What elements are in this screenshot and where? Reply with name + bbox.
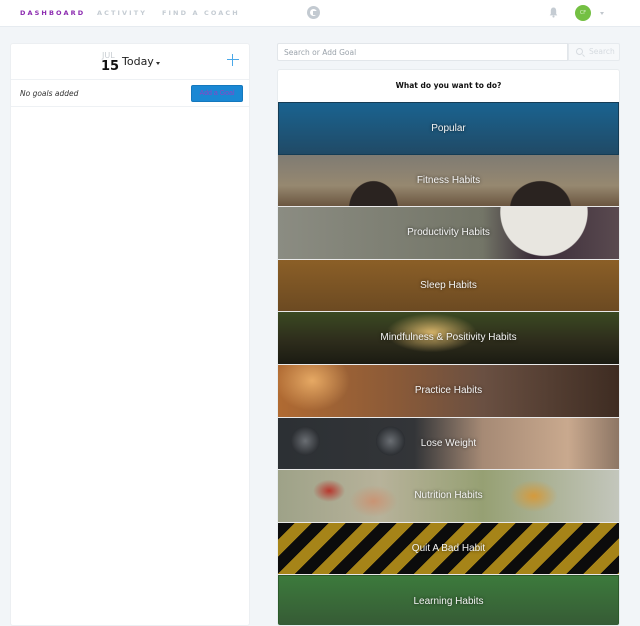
- chevron-down-icon[interactable]: [156, 62, 160, 65]
- goals-panel: JUL 15 Today No goals added Add a Goal: [10, 43, 250, 626]
- nav-find-a-coach[interactable]: FIND A COACH: [162, 9, 240, 17]
- empty-goals-message: No goals added: [20, 89, 79, 98]
- bell-icon[interactable]: [549, 7, 558, 18]
- category-label: Fitness Habits: [416, 174, 481, 186]
- category-tile-lose-weight[interactable]: Lose Weight: [278, 417, 619, 471]
- category-label: Quit A Bad Habit: [411, 542, 486, 554]
- category-label: Nutrition Habits: [414, 490, 483, 502]
- category-label: Learning Habits: [413, 596, 484, 608]
- category-label: Sleep Habits: [420, 279, 477, 291]
- coach-logo-icon[interactable]: [307, 6, 320, 19]
- plus-icon[interactable]: [226, 53, 240, 67]
- nav-dashboard[interactable]: DASHBOARD: [20, 9, 85, 17]
- category-label: Mindfulness & Positivity Habits: [380, 332, 517, 344]
- search-input[interactable]: [277, 43, 568, 61]
- date-selector[interactable]: Today: [122, 55, 154, 68]
- category-tile-nutrition[interactable]: Nutrition Habits: [278, 470, 619, 523]
- category-tile-sleep[interactable]: Sleep Habits: [278, 259, 619, 313]
- account-chevron-down-icon[interactable]: [600, 12, 604, 15]
- category-tile-practice[interactable]: Practice Habits: [278, 364, 619, 418]
- avatar[interactable]: CF: [575, 5, 591, 21]
- category-tile-fitness[interactable]: Fitness Habits: [278, 154, 619, 208]
- search-button-label: Search: [589, 47, 615, 56]
- category-label: Popular: [431, 123, 466, 134]
- category-panel: What do you want to do? Popular Fitness …: [277, 69, 620, 626]
- category-tile-popular[interactable]: Popular: [278, 102, 619, 155]
- category-tile-mindfulness[interactable]: Mindfulness & Positivity Habits: [278, 312, 619, 365]
- nav-activity[interactable]: ACTIVITY: [97, 9, 147, 17]
- category-list: Popular Fitness Habits Productivity Habi…: [278, 102, 619, 625]
- category-tile-quit-bad-habit[interactable]: Quit A Bad Habit: [278, 522, 619, 576]
- date-day: 15: [101, 59, 120, 74]
- category-label: Productivity Habits: [407, 227, 490, 239]
- add-goal-button[interactable]: Add a Goal: [191, 85, 243, 102]
- top-nav: DASHBOARD ACTIVITY FIND A COACH CF: [0, 0, 640, 27]
- category-label: Lose Weight: [420, 437, 477, 449]
- category-tile-productivity[interactable]: Productivity Habits: [278, 207, 619, 260]
- date-header: JUL 15 Today: [11, 44, 249, 80]
- category-label: Practice Habits: [414, 384, 483, 396]
- category-heading: What do you want to do?: [395, 81, 502, 90]
- search-icon: [576, 48, 583, 55]
- search-button[interactable]: Search: [568, 43, 620, 61]
- category-tile-learning[interactable]: Learning Habits: [278, 575, 619, 625]
- goals-list: No goals added Add a Goal: [11, 80, 249, 107]
